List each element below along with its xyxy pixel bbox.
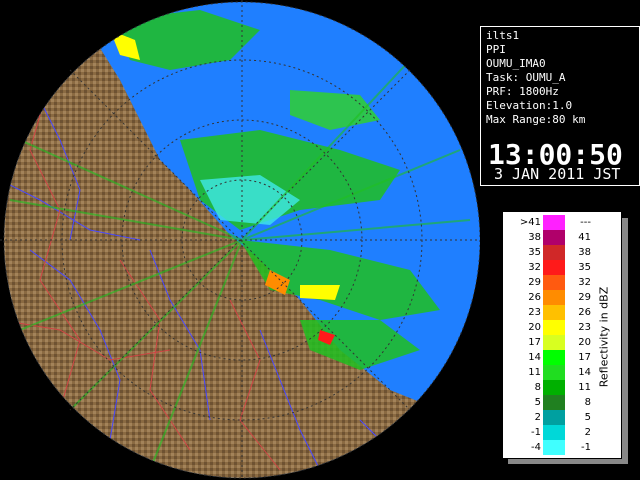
legend-color-swatch (543, 290, 565, 305)
info-site-name: ilts1 (486, 29, 520, 42)
legend-color-swatch (543, 395, 565, 410)
legend-lower-bound: 8 (534, 382, 541, 393)
info-volume: OUMU_IMA0 (486, 57, 546, 70)
legend-upper-bound: 5 (584, 412, 591, 423)
info-elevation: Elevation:1.0 (486, 99, 573, 112)
scan-info-panel: ilts1 PPI OUMU_IMA0 Task: OUMU_A PRF: 18… (480, 26, 640, 186)
legend-upper-bound: 35 (578, 262, 591, 273)
legend-color-swatch (543, 440, 565, 455)
legend-upper-bound: 29 (578, 292, 591, 303)
legend-upper-bound: 8 (584, 397, 591, 408)
legend-upper-bound: 11 (578, 382, 591, 393)
legend-upper-bound: -1 (581, 442, 591, 453)
legend-lower-bound: 38 (528, 232, 541, 243)
legend-upper-bound: 2 (584, 427, 591, 438)
legend-unit-label: Reflectivity in dBZ (591, 242, 617, 432)
legend-upper-bound: 38 (578, 247, 591, 258)
legend-row: >41 --- (503, 215, 621, 230)
legend-row: -4 -1 (503, 440, 621, 455)
legend-lower-bound: -4 (531, 442, 541, 453)
scan-date: 3 JAN 2011 JST (494, 165, 621, 183)
info-task: Task: OUMU_A (486, 71, 566, 84)
legend-upper-bound: --- (580, 217, 591, 228)
legend-color-swatch (543, 380, 565, 395)
legend-upper-bound: 20 (578, 337, 591, 348)
legend-color-swatch (543, 410, 565, 425)
legend-lower-bound: -1 (531, 427, 541, 438)
radar-ppi-display (0, 0, 480, 480)
legend-lower-bound: 35 (528, 247, 541, 258)
legend-lower-bound: 32 (528, 262, 541, 273)
legend-upper-bound: 26 (578, 307, 591, 318)
legend-color-swatch (543, 275, 565, 290)
legend-color-swatch (543, 425, 565, 440)
legend-lower-bound: 20 (528, 322, 541, 333)
legend-color-swatch (543, 350, 565, 365)
legend-upper-bound: 32 (578, 277, 591, 288)
legend-lower-bound: 26 (528, 292, 541, 303)
legend-color-swatch (543, 230, 565, 245)
legend-color-swatch (543, 335, 565, 350)
legend-color-swatch (543, 215, 565, 230)
legend-upper-bound: 41 (578, 232, 591, 243)
legend-unit-text: Reflectivity in dBZ (597, 286, 611, 388)
legend-lower-bound: 17 (528, 337, 541, 348)
info-max-range: Max Range:80 km (486, 113, 586, 126)
legend-upper-bound: 17 (578, 352, 591, 363)
reflectivity-legend: >41 --- 38 41 35 38 32 35 29 32 26 29 23 26 20 23 17 20 14… (502, 211, 622, 459)
info-product: PPI (486, 43, 506, 56)
legend-lower-bound: 2 (534, 412, 541, 423)
legend-color-swatch (543, 305, 565, 320)
legend-color-swatch (543, 260, 565, 275)
info-prf: PRF: 1800Hz (486, 85, 559, 98)
legend-lower-bound: 29 (528, 277, 541, 288)
legend-upper-bound: 14 (578, 367, 591, 378)
legend-color-swatch (543, 365, 565, 380)
legend-color-swatch (543, 245, 565, 260)
legend-upper-bound: 23 (578, 322, 591, 333)
legend-lower-bound: 5 (534, 397, 541, 408)
legend-lower-bound: >41 (519, 217, 541, 228)
legend-color-swatch (543, 320, 565, 335)
legend-lower-bound: 14 (528, 352, 541, 363)
legend-lower-bound: 23 (528, 307, 541, 318)
legend-lower-bound: 11 (528, 367, 541, 378)
